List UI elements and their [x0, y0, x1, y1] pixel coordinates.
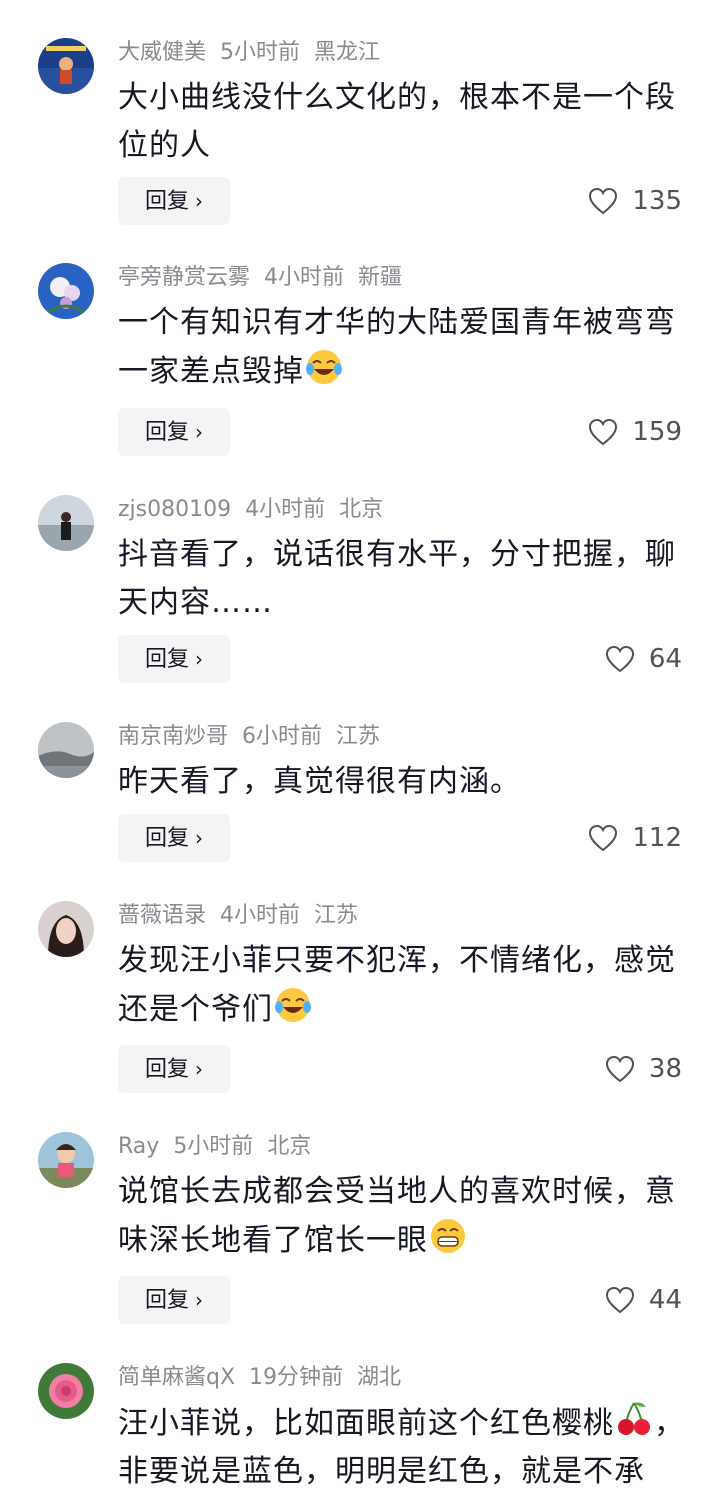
- location: 新疆: [358, 265, 403, 290]
- comment-text: 发现汪小菲只要不犯浑，不情绪化，感觉还是个爷们: [118, 937, 688, 1034]
- timestamp: 5小时前: [173, 1134, 254, 1159]
- reply-button[interactable]: 回复 ›: [118, 1045, 230, 1093]
- chevron-right-icon: ›: [195, 420, 203, 444]
- comment-text-content: 昨天看了，真觉得很有内涵。: [118, 764, 521, 799]
- chevron-right-icon: ›: [195, 189, 203, 213]
- comment-meta: 亭旁静赏云雾 4小时前 新疆: [118, 263, 416, 293]
- timestamp: 6小时前: [242, 724, 323, 749]
- location: 北京: [339, 497, 384, 522]
- avatar[interactable]: [38, 263, 94, 319]
- location: 江苏: [314, 903, 359, 928]
- comment-text-content: 一个有知识有才华的大陆爱国青年被弯弯一家差点毁掉: [118, 305, 676, 389]
- avatar[interactable]: [38, 722, 94, 778]
- comment-meta: 蔷薇语录 4小时前 江苏: [118, 901, 372, 931]
- reply-button[interactable]: 回复 ›: [118, 635, 230, 683]
- reply-label: 回复: [144, 647, 189, 672]
- comment-text-content: 说馆长去成都会受当地人的喜欢时候，意味深长地看了馆长一眼: [118, 1174, 676, 1258]
- heart-icon: [589, 824, 618, 852]
- username[interactable]: zjs080109: [118, 497, 231, 522]
- comment-meta: 大威健美 5小时前 黑龙江: [118, 38, 394, 68]
- comment-text: 抖音看了，说话很有水平，分寸把握，聊天内容……: [118, 531, 688, 627]
- comment-text-content: 大小曲线没什么文化的，根本不是一个段位的人: [118, 80, 676, 163]
- comment-meta: 南京南炒哥 6小时前 江苏: [118, 722, 394, 752]
- laugh-cry-emoji-icon: [304, 347, 344, 387]
- comment-text: 汪小菲说，比如面眼前这个红色樱桃 ，非要说是蓝色，明明是红色，就是不承: [118, 1399, 688, 1496]
- reply-button[interactable]: 回复 ›: [118, 177, 230, 225]
- comment-meta: Ray 5小时前 北京: [118, 1132, 325, 1162]
- timestamp: 19分钟前: [249, 1365, 344, 1390]
- heart-icon: [605, 645, 634, 673]
- comment-text: 昨天看了，真觉得很有内涵。: [118, 758, 688, 806]
- like-button[interactable]: 44: [605, 1276, 682, 1324]
- avatar-pink-rose-icon: [38, 1363, 94, 1419]
- reply-label: 回复: [144, 826, 189, 851]
- timestamp: 4小时前: [220, 903, 301, 928]
- avatar-woman-portrait-icon: [38, 901, 94, 957]
- username[interactable]: 南京南炒哥: [118, 724, 228, 749]
- comment-text-content: 汪小菲说，比如面眼前这个红色樱桃: [118, 1406, 614, 1441]
- chevron-right-icon: ›: [195, 647, 203, 671]
- comment-meta: 简单麻酱qX 19分钟前 湖北: [118, 1363, 415, 1393]
- comment-meta: zjs080109 4小时前 北京: [118, 495, 397, 525]
- reply-label: 回复: [144, 1288, 189, 1313]
- grin-emoji-icon: [428, 1216, 468, 1256]
- timestamp: 4小时前: [264, 265, 345, 290]
- username[interactable]: 蔷薇语录: [118, 903, 206, 928]
- like-button[interactable]: 112: [588, 814, 682, 862]
- avatar-child-photo-icon: [38, 1132, 94, 1188]
- reply-button[interactable]: 回复 ›: [118, 1276, 230, 1324]
- username[interactable]: 亭旁静赏云雾: [118, 265, 250, 290]
- avatar[interactable]: [38, 1363, 94, 1419]
- chevron-right-icon: ›: [195, 826, 203, 850]
- like-count: 112: [632, 823, 682, 853]
- laugh-cry-emoji-icon: [273, 985, 313, 1025]
- like-count: 159: [632, 417, 682, 447]
- timestamp: 5小时前: [220, 40, 301, 65]
- reply-label: 回复: [144, 420, 189, 445]
- reply-button[interactable]: 回复 ›: [118, 408, 230, 456]
- like-button[interactable]: 38: [605, 1045, 682, 1093]
- avatar[interactable]: [38, 495, 94, 551]
- heart-icon: [589, 187, 618, 215]
- like-count: 64: [648, 644, 682, 674]
- comment-text: 大小曲线没什么文化的，根本不是一个段位的人: [118, 74, 688, 170]
- comment-text: 说馆长去成都会受当地人的喜欢时候，意味深长地看了馆长一眼: [118, 1168, 688, 1265]
- reply-label: 回复: [144, 1057, 189, 1082]
- like-count: 135: [632, 186, 682, 216]
- username[interactable]: 大威健美: [118, 40, 206, 65]
- reply-button[interactable]: 回复 ›: [118, 814, 230, 862]
- comment-text-content: 抖音看了，说话很有水平，分寸把握，聊天内容……: [118, 537, 676, 620]
- avatar-event-stage-icon: [38, 38, 94, 94]
- cherry-emoji-icon: [614, 1399, 654, 1439]
- avatar-landscape-grey-icon: [38, 722, 94, 778]
- avatar[interactable]: [38, 1132, 94, 1188]
- username[interactable]: 简单麻酱qX: [118, 1365, 235, 1390]
- reply-label: 回复: [144, 189, 189, 214]
- timestamp: 4小时前: [245, 497, 326, 522]
- like-button[interactable]: 159: [588, 408, 682, 456]
- chevron-right-icon: ›: [195, 1288, 203, 1312]
- like-count: 44: [648, 1285, 682, 1315]
- location: 江苏: [336, 724, 381, 749]
- heart-icon: [589, 418, 618, 446]
- avatar[interactable]: [38, 901, 94, 957]
- heart-icon: [605, 1055, 634, 1083]
- comment-text-content: 发现汪小菲只要不犯浑，不情绪化，感觉还是个爷们: [118, 943, 676, 1027]
- username[interactable]: Ray: [118, 1134, 159, 1159]
- location: 湖北: [357, 1365, 402, 1390]
- avatar-flower-blue-icon: [38, 263, 94, 319]
- chevron-right-icon: ›: [195, 1057, 203, 1081]
- avatar-person-lake-icon: [38, 495, 94, 551]
- like-button[interactable]: 64: [605, 635, 682, 683]
- location: 北京: [267, 1134, 312, 1159]
- location: 黑龙江: [314, 40, 381, 65]
- like-button[interactable]: 135: [588, 177, 682, 225]
- heart-icon: [605, 1286, 634, 1314]
- like-count: 38: [648, 1054, 682, 1084]
- comment-text: 一个有知识有才华的大陆爱国青年被弯弯一家差点毁掉: [118, 299, 688, 396]
- avatar[interactable]: [38, 38, 94, 94]
